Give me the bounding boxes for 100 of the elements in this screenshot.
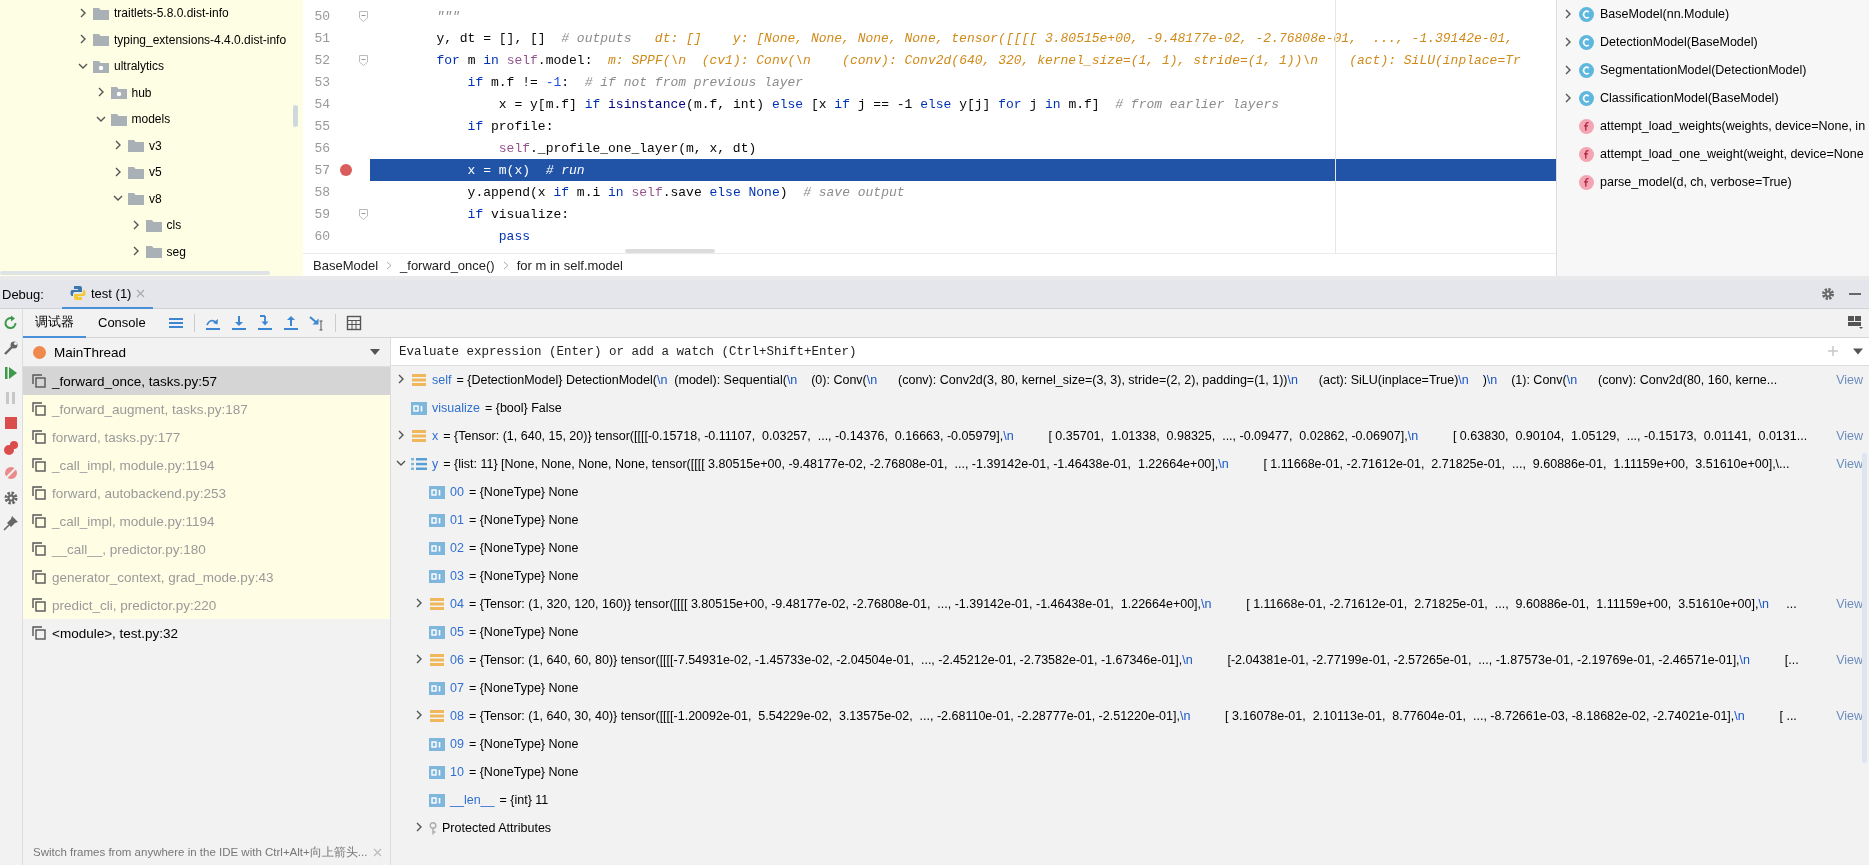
chevron-right-icon[interactable] [113, 140, 123, 151]
breadcrumb[interactable]: for m in self.model [516, 257, 623, 273]
stack-frame[interactable]: forward, autobackend.py:253 [23, 479, 390, 507]
breakpoints-icon[interactable] [3, 440, 19, 456]
variable-name[interactable]: __len__ [450, 793, 495, 807]
breadcrumb[interactable]: _forward_once() [400, 257, 495, 273]
variable-name[interactable]: visualize [432, 401, 480, 415]
settings-icon[interactable] [1821, 287, 1835, 301]
wrench-icon[interactable] [3, 340, 19, 356]
chevron-right-icon[interactable] [414, 654, 424, 664]
variable-name[interactable]: 01 [450, 513, 464, 527]
fold-marker-icon[interactable] [359, 10, 368, 22]
tree-item[interactable]: v8 [149, 191, 162, 206]
variable-value: = {NoneType} None [468, 569, 580, 583]
chevron-right-icon[interactable] [1563, 64, 1573, 75]
rerun-icon[interactable] [3, 315, 19, 331]
breadcrumb[interactable]: BaseModel [313, 257, 379, 273]
structure-item[interactable]: BaseModel(nn.Module) [1600, 7, 1730, 21]
view-link[interactable]: View [1836, 653, 1869, 667]
resume-icon[interactable] [3, 365, 19, 381]
structure-item[interactable]: DetectionModel(BaseModel) [1600, 35, 1758, 49]
structure-item[interactable]: SegmentationModel(DetectionModel) [1600, 63, 1807, 77]
chevron-right-icon[interactable] [414, 710, 424, 720]
variable-name[interactable]: 00 [450, 485, 464, 499]
view-link[interactable]: View [1836, 373, 1869, 387]
tree-item[interactable]: cls [166, 218, 182, 233]
fold-marker-icon[interactable] [359, 208, 368, 220]
structure-item[interactable]: parse_model(d, ch, verbose=True) [1600, 175, 1792, 189]
stack-frame[interactable]: _forward_once, tasks.py:57 [23, 367, 390, 395]
stack-frame[interactable]: _call_impl, module.py:1194 [23, 451, 390, 479]
session-tab[interactable]: test (1) [62, 279, 154, 309]
frame-icon [32, 458, 46, 472]
variable-name[interactable]: 06 [450, 653, 464, 667]
chevron-right-icon[interactable] [1563, 8, 1573, 19]
variable-name[interactable]: 02 [450, 541, 464, 555]
stack-frame[interactable]: <module>, test.py:32 [23, 619, 390, 647]
stop-icon[interactable] [3, 415, 19, 431]
variable-name[interactable]: 03 [450, 569, 464, 583]
view-link[interactable]: View [1836, 457, 1869, 471]
stack-frame[interactable]: generator_context, grad_mode.py:43 [23, 563, 390, 591]
settings-icon[interactable] [3, 490, 19, 506]
variable-name[interactable]: 05 [450, 625, 464, 639]
chevron-right-icon[interactable] [78, 7, 88, 18]
folder-icon [110, 112, 127, 126]
step-into-icon[interactable] [230, 315, 247, 331]
menu-icon[interactable] [167, 315, 184, 331]
chevron-right-icon[interactable] [113, 166, 123, 177]
code-line: y, dt = [], [] # outputs dt: [] y: [None, None, None, None, tensor([[[[ 3.80515e+00, -9.48177e-02, -2.76808e-01, ..., -1.39142e-01, [435, 29, 1514, 48]
variable-name[interactable]: self [432, 373, 452, 387]
view-link[interactable]: View [1836, 429, 1869, 443]
variable-value: = {Tensor: (1, 320, 120, 160)} tensor([[[[ 3.80515e+00, -9.48177e-02, -2.76808e-01, ..., -1.39142e-01, -1.46438e-01, 1.22664e+00],\n [ 1.11668e-01, -2.71612e-01, 2.71825e-01, ..., 9.60886e-01, 1.11159e+00, 3.51610e+00],\n ... [468, 597, 1798, 611]
stack-frame[interactable]: predict_cli, predictor.py:220 [23, 591, 390, 619]
scrollbar[interactable] [625, 249, 715, 253]
chevron-right-icon[interactable] [414, 598, 424, 608]
scrollbar[interactable] [293, 105, 298, 127]
stack-frame[interactable]: __call__, predictor.py:180 [23, 535, 390, 563]
chevron-right-icon[interactable] [414, 822, 424, 832]
field-icon [429, 653, 445, 667]
variable-name[interactable]: 08 [450, 709, 464, 723]
tree-item[interactable]: typing_extensions-4.4.0.dist-info [114, 32, 287, 47]
variable-name[interactable]: y [432, 457, 439, 471]
variable-name[interactable]: Protected Attributes [442, 821, 552, 835]
tab[interactable]: Console [86, 308, 158, 338]
variable-name[interactable]: x [432, 429, 439, 443]
pin-icon[interactable] [3, 515, 19, 531]
variable-name[interactable]: 10 [450, 765, 464, 779]
variable-name[interactable]: 09 [450, 737, 464, 751]
tree-item[interactable]: hub [131, 85, 152, 100]
tree-item[interactable]: v5 [149, 165, 162, 180]
calculator-icon[interactable] [345, 315, 362, 331]
chevron-right-icon[interactable] [78, 34, 88, 45]
tree-item[interactable]: traitlets-5.8.0.dist-info [114, 6, 229, 21]
breakpoint-icon[interactable] [340, 164, 352, 176]
chevron-down-icon[interactable] [396, 458, 406, 468]
chevron-right-icon[interactable] [396, 430, 406, 440]
stack-frame[interactable]: forward, tasks.py:177 [23, 423, 390, 451]
tree-item[interactable]: seg [166, 244, 186, 259]
chevron-right-icon[interactable] [1563, 36, 1573, 47]
layout-icon[interactable] [1847, 313, 1863, 330]
structure-item[interactable]: attempt_load_one_weight(weight, device=None [1600, 147, 1864, 161]
structure-item[interactable]: ClassificationModel(BaseModel) [1600, 91, 1779, 105]
fold-marker-icon[interactable] [359, 54, 368, 66]
tree-item[interactable]: v3 [149, 138, 162, 153]
run-to-cursor-icon[interactable] [308, 315, 325, 331]
variable-name[interactable]: 04 [450, 597, 464, 611]
caret-icon[interactable] [1847, 338, 1869, 365]
view-link[interactable]: View [1836, 709, 1869, 723]
folder-icon [145, 245, 162, 259]
tree-item[interactable]: models [131, 112, 171, 127]
variable-name[interactable]: 07 [450, 681, 464, 695]
step-into-my-code-icon[interactable] [256, 315, 273, 331]
structure-item[interactable]: attempt_load_weights(weights, device=None, in [1600, 119, 1866, 133]
view-link[interactable]: View [1836, 597, 1869, 611]
chevron-right-icon[interactable] [396, 374, 406, 384]
line-number: 60 [313, 228, 331, 244]
stack-frame[interactable]: _call_impl, module.py:1194 [23, 507, 390, 535]
tree-item[interactable]: ultralytics [114, 59, 164, 74]
chevron-right-icon[interactable] [1563, 92, 1573, 103]
step-out-icon[interactable] [282, 315, 299, 331]
stack-frame[interactable]: _forward_augment, tasks.py:187 [23, 395, 390, 423]
